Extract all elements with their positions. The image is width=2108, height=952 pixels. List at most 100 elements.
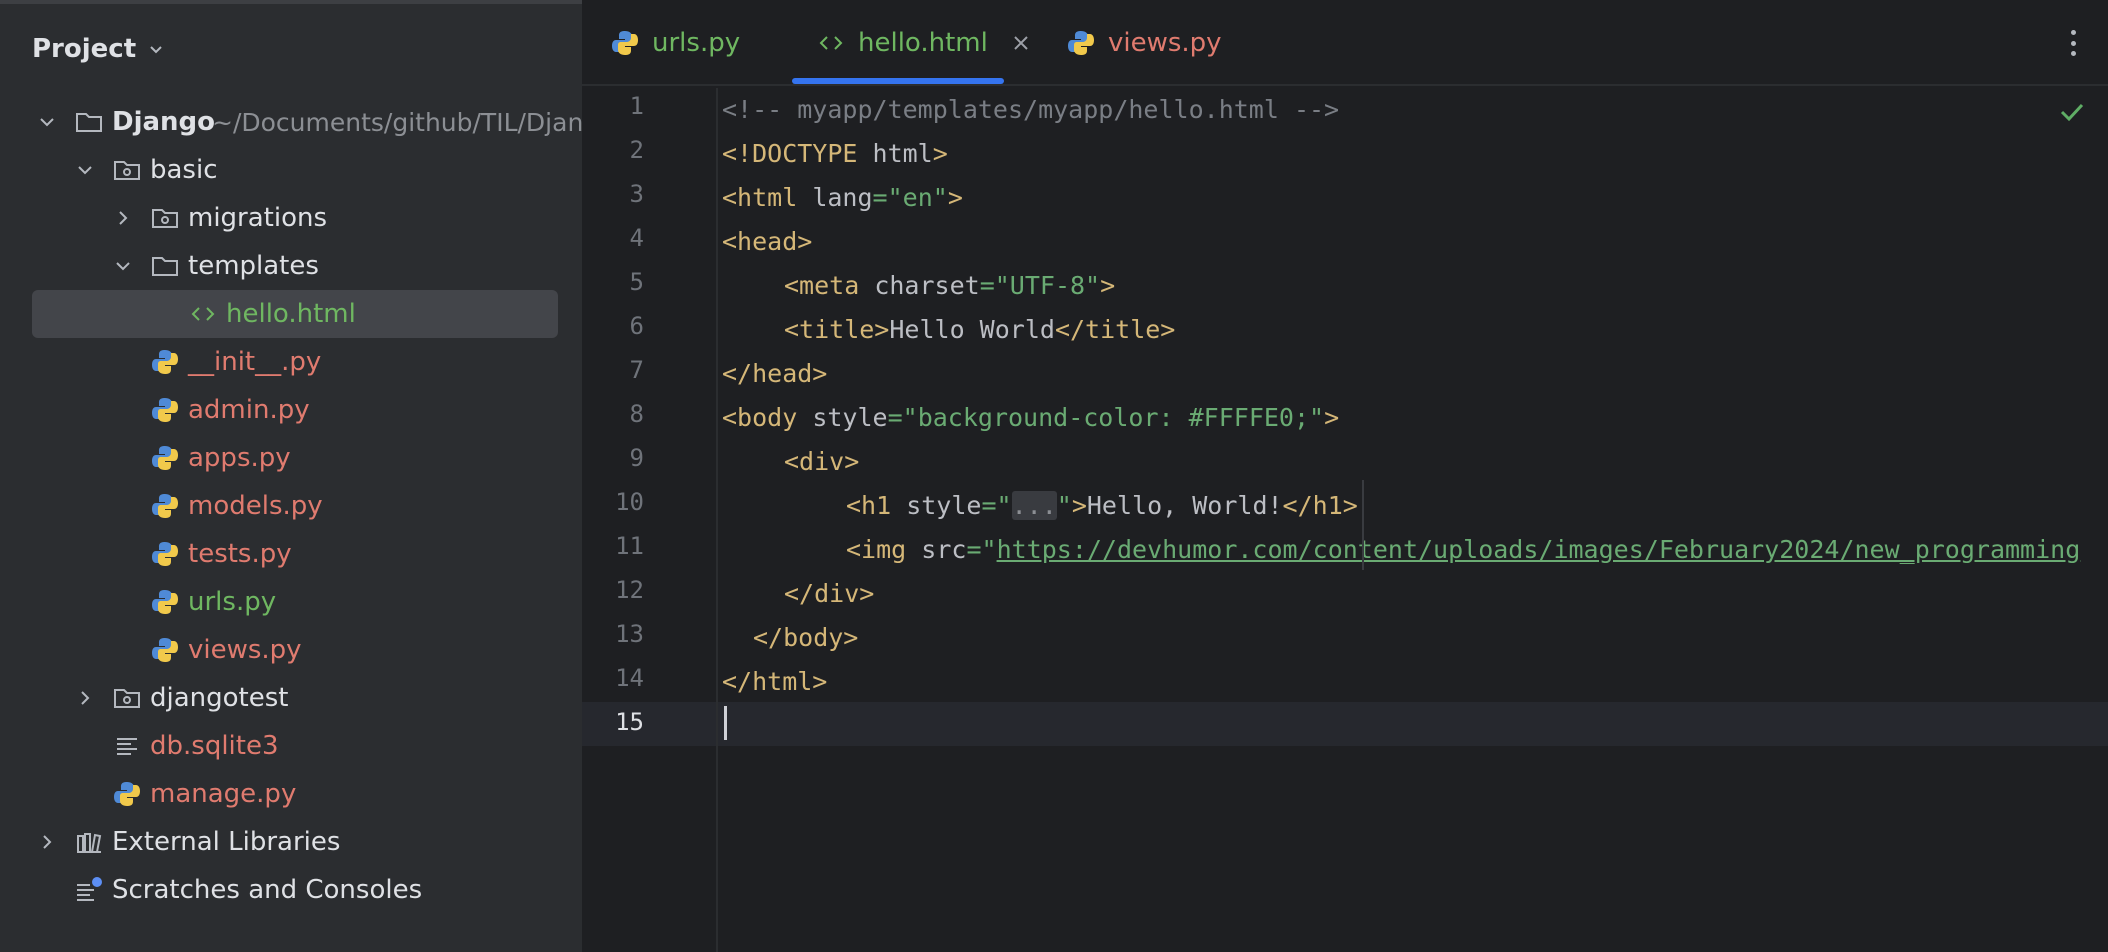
tree-item-label: apps.py	[188, 443, 291, 473]
tree-item-label: db.sqlite3	[150, 731, 279, 761]
tree-item-urls-py[interactable]: urls.py	[0, 578, 582, 626]
python-file-icon	[152, 398, 178, 422]
chevron-right-icon[interactable]	[36, 831, 58, 853]
tree-item-label: views.py	[188, 635, 302, 665]
tree-item-label: admin.py	[188, 395, 310, 425]
tab-views-py[interactable]: views.py	[1066, 0, 1222, 86]
text-caret	[724, 706, 727, 740]
image-url-link[interactable]: https://devhumor.com/content/uploads/ima…	[997, 535, 2081, 564]
python-file-icon	[152, 446, 178, 470]
folder-icon	[76, 113, 102, 132]
library-icon	[77, 833, 102, 853]
tree-item-manage-py[interactable]: manage.py	[0, 770, 582, 818]
project-path: ~/Documents/github/TIL/Djang	[212, 107, 582, 137]
python-file-icon	[152, 638, 178, 662]
tree-item-label: tests.py	[188, 539, 292, 569]
editor-area: urls.py hello.html views.py 1 2 3 4 5 6 …	[582, 0, 2108, 952]
line-number: 7	[629, 356, 644, 384]
line-number: 5	[629, 268, 644, 296]
code-line: </head>	[722, 359, 828, 388]
tree-item-label: migrations	[188, 203, 328, 233]
tree-item-init-py[interactable]: __init__.py	[0, 338, 582, 386]
html-file-icon	[191, 307, 215, 321]
line-number: 11	[615, 532, 644, 560]
line-number: 6	[629, 312, 644, 340]
tab-hello-html[interactable]: hello.html	[816, 0, 1030, 86]
code-line: <!-- myapp/templates/myapp/hello.html --…	[722, 95, 1340, 124]
tree-item-scratches-and-consoles[interactable]: Scratches and Consoles	[0, 866, 582, 914]
tree-item-basic[interactable]: basic	[0, 146, 582, 194]
chevron-right-icon[interactable]	[74, 687, 96, 709]
line-number: 8	[629, 400, 644, 428]
line-number: 1	[629, 92, 644, 120]
python-file-icon	[612, 31, 638, 55]
tree-item-label: djangotest	[150, 683, 289, 713]
tree-item-migrations[interactable]: migrations	[0, 194, 582, 242]
tree-item-tests-py[interactable]: tests.py	[0, 530, 582, 578]
code-line: </body>	[753, 623, 859, 652]
tree-item-external-libraries[interactable]: External Libraries	[0, 818, 582, 866]
project-view-selector[interactable]: Project	[32, 28, 166, 70]
project-sidebar: Project Django ~/Documents/github/TIL/Dj…	[0, 0, 582, 952]
indent-guide	[1362, 480, 1364, 570]
tree-item-label: templates	[188, 251, 319, 281]
line-number: 12	[615, 576, 644, 604]
tree-item-templates[interactable]: templates	[0, 242, 582, 290]
line-number-current: 15	[615, 708, 644, 736]
code-line: <img src="https://devhumor.com/content/u…	[846, 535, 2081, 564]
code-editor[interactable]: <!-- myapp/templates/myapp/hello.html --…	[722, 88, 2108, 952]
line-number-gutter: 1 2 3 4 5 6 7 8 9 10 11 12 13 14 15	[582, 88, 718, 952]
line-number: 4	[629, 224, 644, 252]
code-line: <meta charset="UTF-8">	[784, 271, 1116, 300]
tree-item-admin-py[interactable]: admin.py	[0, 386, 582, 434]
sidebar-title: Project	[32, 34, 137, 64]
tree-item-label: hello.html	[226, 299, 356, 329]
code-line: <body style="background-color: #FFFFE0;"…	[722, 403, 1340, 432]
code-line: </div>	[784, 579, 875, 608]
more-options-icon[interactable]	[2058, 26, 2088, 60]
tree-item-django[interactable]: Django ~/Documents/github/TIL/Djang	[0, 98, 582, 146]
tree-item-label: Django	[112, 107, 216, 137]
chevron-down-icon	[150, 46, 162, 54]
tree-item-label: manage.py	[150, 779, 297, 809]
tab-urls-py[interactable]: urls.py	[610, 0, 740, 86]
tree-item-djangotest[interactable]: djangotest	[0, 674, 582, 722]
tree-item-label: models.py	[188, 491, 323, 521]
active-tab-indicator	[792, 78, 1004, 84]
folded-code-placeholder[interactable]: ...	[1011, 491, 1057, 520]
tree-item-label: __init__.py	[188, 347, 322, 377]
tree-item-db-sqlite3[interactable]: db.sqlite3	[0, 722, 582, 770]
tree-item-label: basic	[150, 155, 218, 185]
tree-item-label: External Libraries	[112, 827, 341, 857]
chevron-down-icon[interactable]	[74, 159, 96, 181]
line-number: 13	[615, 620, 644, 648]
tree-item-apps-py[interactable]: apps.py	[0, 434, 582, 482]
package-folder-icon	[114, 689, 140, 708]
python-file-icon	[152, 350, 178, 374]
tree-item-label: Scratches and Consoles	[112, 875, 423, 905]
chevron-right-icon[interactable]	[112, 207, 134, 229]
line-number: 10	[615, 488, 644, 516]
line-number: 2	[629, 136, 644, 164]
python-file-icon	[152, 494, 178, 518]
line-number: 9	[629, 444, 644, 472]
code-line: <head>	[722, 227, 813, 256]
package-folder-icon	[114, 161, 140, 180]
line-number: 3	[629, 180, 644, 208]
tree-item-hello-html[interactable]: hello.html	[0, 290, 582, 338]
python-file-icon	[152, 590, 178, 614]
code-line: </html>	[722, 667, 828, 696]
html-file-icon	[819, 36, 843, 50]
tab-label: views.py	[1108, 28, 1222, 58]
package-folder-icon	[152, 209, 178, 228]
close-icon[interactable]	[1012, 34, 1030, 52]
python-file-icon	[114, 782, 140, 806]
tree-item-views-py[interactable]: views.py	[0, 626, 582, 674]
python-file-icon	[1068, 31, 1094, 55]
chevron-down-icon[interactable]	[112, 255, 134, 277]
tab-label: urls.py	[652, 28, 741, 58]
chevron-down-icon[interactable]	[36, 111, 58, 133]
tree-item-models-py[interactable]: models.py	[0, 482, 582, 530]
code-line: <h1 style="...">Hello, World!</h1>	[846, 491, 1358, 520]
tab-label: hello.html	[858, 28, 988, 58]
